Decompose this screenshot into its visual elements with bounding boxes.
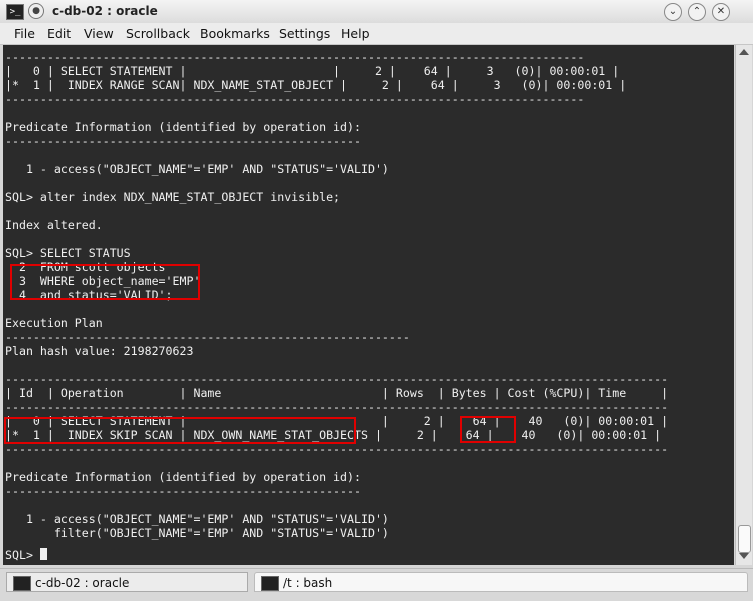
terminal-line: SQL> alter index NDX_NAME_STAT_OBJECT in… [5,190,341,204]
terminal-line: Index altered. [5,218,103,232]
terminal-line: ----------------------------------------… [5,92,585,106]
tab-c-db-02-oracle[interactable]: c-db-02 : oracle [6,572,248,592]
tab-bar: c-db-02 : oracle /t : bash [0,568,753,601]
terminal-line: ----------------------------------------… [5,330,410,344]
highlight-skip-scan-row [4,417,356,444]
menu-view[interactable]: View [84,26,114,41]
menu-help[interactable]: Help [341,26,370,41]
terminal-icon[interactable]: >_ [6,4,24,20]
scroll-down-icon[interactable] [739,553,749,559]
scrollbar-thumb[interactable] [738,525,751,553]
menu-scrollback[interactable]: Scrollback [126,26,190,41]
close-icon[interactable]: ✕ [712,3,730,21]
terminal-line: ----------------------------------------… [5,372,669,386]
scroll-up-icon[interactable] [739,49,749,55]
menu-bookmarks[interactable]: Bookmarks [200,26,270,41]
minimize-icon[interactable]: ⌄ [664,3,682,21]
tab-bash[interactable]: /t : bash [254,572,748,592]
highlight-cost-value [460,416,516,443]
terminal-output[interactable]: ----------------------------------------… [3,45,734,565]
maximize-icon[interactable]: ⌃ [688,3,706,21]
highlight-where-clause [10,264,200,300]
terminal-icon [261,576,279,591]
terminal-line: filter("OBJECT_NAME"='EMP' AND "STATUS"=… [5,526,389,540]
terminal-line: Predicate Information (identified by ope… [5,470,361,484]
terminal-line: | Id | Operation | Name | Rows | Bytes |… [5,386,669,400]
menu-file[interactable]: File [14,26,35,41]
terminal-line: 1 - access("OBJECT_NAME"='EMP' AND "STAT… [5,512,389,526]
terminal-line: ----------------------------------------… [5,50,585,64]
terminal-scrollbar[interactable] [735,45,752,565]
window-title: c-db-02 : oracle [52,4,158,18]
terminal-icon [13,576,31,591]
tab-label: /t : bash [283,576,333,590]
terminal-line: ----------------------------------------… [5,134,361,148]
terminal-line: | 0 | SELECT STATEMENT | | 2 | 64 | 3 (0… [5,64,620,78]
sql-prompt: SQL> [5,548,40,562]
terminal-line: ----------------------------------------… [5,400,669,414]
menu-edit[interactable]: Edit [47,26,71,41]
text-cursor [39,548,47,560]
terminal-line: |* 1 | INDEX RANGE SCAN| NDX_NAME_STAT_O… [5,78,627,92]
tab-label: c-db-02 : oracle [35,576,130,590]
window-titlebar: >_ ● c-db-02 : oracle ⌄ ⌃ ✕ [0,0,753,24]
terminal-line: Plan hash value: 2198270623 [5,344,194,358]
menu-settings[interactable]: Settings [279,26,330,41]
terminal-line: 1 - access("OBJECT_NAME"='EMP' AND "STAT… [5,162,389,176]
window-menu-icon[interactable]: ● [28,3,44,19]
terminal-line: ----------------------------------------… [5,442,669,456]
terminal-line: Predicate Information (identified by ope… [5,120,361,134]
terminal-line: ----------------------------------------… [5,484,361,498]
terminal-line: SQL> SELECT STATUS [5,246,131,260]
menu-bar: File Edit View Scrollback Bookmarks Sett… [0,23,753,45]
terminal-prompt-line[interactable]: SQL> [5,548,47,562]
terminal-line: Execution Plan [5,316,103,330]
